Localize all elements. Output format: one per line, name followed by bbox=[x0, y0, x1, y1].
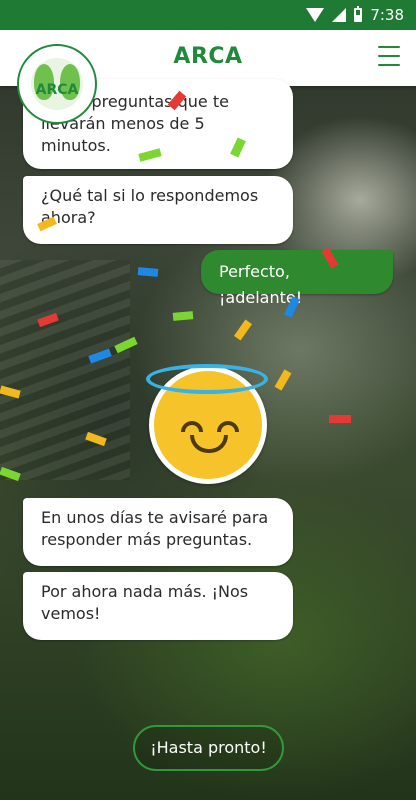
signal-icon bbox=[332, 8, 347, 22]
arca-logo: ARCA bbox=[17, 44, 97, 124]
confetti bbox=[137, 267, 159, 277]
wifi-icon bbox=[306, 8, 325, 22]
halo-icon bbox=[146, 364, 268, 394]
chat-bubble-bot: ¿Qué tal si lo respondemos ahora? bbox=[23, 176, 293, 244]
goodbye-button[interactable]: ¡Hasta pronto! bbox=[133, 725, 284, 771]
hamburger-menu-icon[interactable] bbox=[378, 46, 400, 66]
status-bar: 7:38 bbox=[0, 0, 416, 30]
confetti bbox=[329, 415, 351, 423]
battery-icon bbox=[354, 6, 363, 22]
chat-bubble-bot: Por ahora nada más. ¡Nos vemos! bbox=[23, 572, 293, 640]
chat-bubble-user: Perfecto, ¡adelante! bbox=[201, 250, 393, 307]
chat-bubble-bot: En unos días te avisaré para responder m… bbox=[23, 498, 293, 566]
status-time: 7:38 bbox=[370, 6, 404, 24]
background-stripes bbox=[0, 260, 130, 480]
logo-text: ARCA bbox=[35, 82, 79, 98]
